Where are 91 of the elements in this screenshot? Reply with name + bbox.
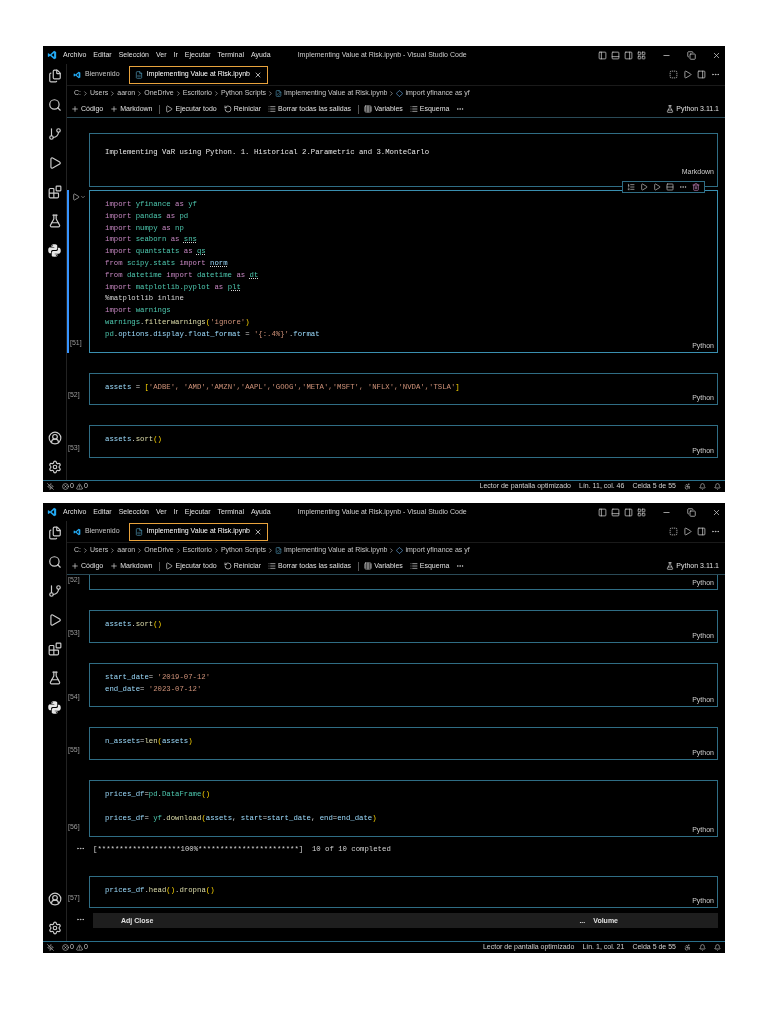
plus-icon [110, 105, 119, 113]
search-icon[interactable] [47, 98, 62, 112]
flask-icon[interactable] [47, 671, 62, 685]
notebook-icon [134, 527, 143, 536]
layout-icon[interactable] [637, 50, 646, 60]
accessibility-icon[interactable] [684, 483, 691, 490]
symbol-icon [396, 547, 404, 554]
chevron-right-icon [388, 90, 396, 97]
toggle-panel-icon[interactable] [611, 50, 620, 60]
extensions-icon[interactable] [47, 185, 62, 199]
toggle-panel-icon[interactable] [611, 507, 620, 517]
code-cell[interactable] [89, 190, 718, 353]
run-debug-icon[interactable] [47, 613, 62, 627]
run-debug-icon[interactable] [47, 156, 62, 170]
notification-icon[interactable] [699, 944, 706, 951]
warning-icon [75, 944, 83, 951]
notebook-icon [275, 547, 283, 554]
split-editor-icon[interactable] [697, 527, 706, 536]
chevron-right-icon [267, 547, 275, 554]
toggle-secondary-sidebar-icon[interactable] [624, 507, 633, 517]
source-control-icon[interactable] [47, 127, 62, 141]
vscode-logo-icon [73, 70, 81, 79]
chevron-right-icon [212, 547, 220, 554]
notebook-icon [275, 90, 283, 97]
chevron-right-icon [212, 90, 220, 97]
more-icon[interactable] [679, 183, 687, 191]
run-cell-icon[interactable] [72, 193, 80, 201]
more-icon[interactable] [456, 562, 465, 570]
plus-icon [71, 562, 79, 570]
run-icon[interactable] [683, 70, 692, 79]
python-icon[interactable] [47, 243, 62, 258]
chevron-right-icon [109, 547, 117, 554]
toggle-sidebar-icon[interactable] [598, 507, 607, 517]
notebook-icon [134, 70, 143, 79]
chevron-right-icon [136, 90, 144, 97]
extensions-icon[interactable] [47, 642, 62, 656]
more-actions-icon[interactable] [711, 527, 720, 536]
layout-icon[interactable] [637, 507, 646, 517]
error-icon [62, 944, 69, 951]
delete-icon[interactable] [692, 183, 700, 191]
bell-icon[interactable] [714, 944, 721, 951]
flask-icon[interactable] [47, 214, 62, 228]
settings-icon[interactable] [47, 460, 62, 474]
warning-icon [75, 483, 83, 490]
close-icon[interactable] [712, 507, 721, 517]
plus-icon [71, 105, 79, 113]
account-icon[interactable] [47, 431, 62, 445]
toggle-secondary-sidebar-icon[interactable] [624, 50, 633, 60]
vscode-logo-icon [47, 50, 57, 60]
toggle-sidebar-icon[interactable] [598, 50, 607, 60]
chevron-right-icon [82, 547, 89, 554]
more-actions-icon[interactable] [711, 70, 720, 79]
list-icon [409, 105, 418, 113]
close-tab-icon[interactable] [254, 70, 262, 79]
run-below-icon[interactable] [653, 183, 661, 191]
list-icon [409, 562, 418, 570]
search-icon[interactable] [47, 555, 62, 569]
restore-icon[interactable] [687, 50, 696, 60]
chevron-right-icon [388, 547, 396, 554]
restart-icon [223, 562, 232, 570]
play-icon [165, 562, 174, 570]
split-cell-icon[interactable] [666, 183, 674, 191]
explorer-icon[interactable] [47, 69, 62, 83]
close-icon[interactable] [712, 50, 721, 60]
chevron-right-icon [136, 547, 144, 554]
chevron-right-icon [174, 547, 182, 554]
python-icon[interactable] [47, 700, 62, 715]
chevron-right-icon [174, 90, 182, 97]
run-above-icon[interactable] [640, 183, 648, 191]
restore-icon[interactable] [687, 507, 696, 517]
chevron-right-icon [109, 90, 117, 97]
vscode-logo-icon [47, 507, 57, 517]
vscode-logo-icon [73, 527, 81, 536]
play-icon [165, 105, 174, 113]
notification-icon[interactable] [699, 483, 706, 490]
source-control-icon[interactable] [47, 584, 62, 598]
close-tab-icon[interactable] [254, 527, 262, 536]
settings-icon[interactable] [47, 921, 62, 935]
explorer-icon[interactable] [47, 526, 62, 540]
chevron-right-icon [267, 90, 275, 97]
accessibility-icon[interactable] [684, 944, 691, 951]
split-editor-icon[interactable] [697, 70, 706, 79]
restart-icon [223, 105, 232, 113]
error-icon [62, 483, 69, 490]
plus-icon [110, 562, 119, 570]
more-icon[interactable] [456, 105, 465, 113]
symbol-icon [396, 90, 404, 97]
account-icon[interactable] [47, 892, 62, 906]
bell-icon[interactable] [714, 483, 721, 490]
chevron-right-icon [82, 90, 89, 97]
run-icon[interactable] [683, 527, 692, 536]
